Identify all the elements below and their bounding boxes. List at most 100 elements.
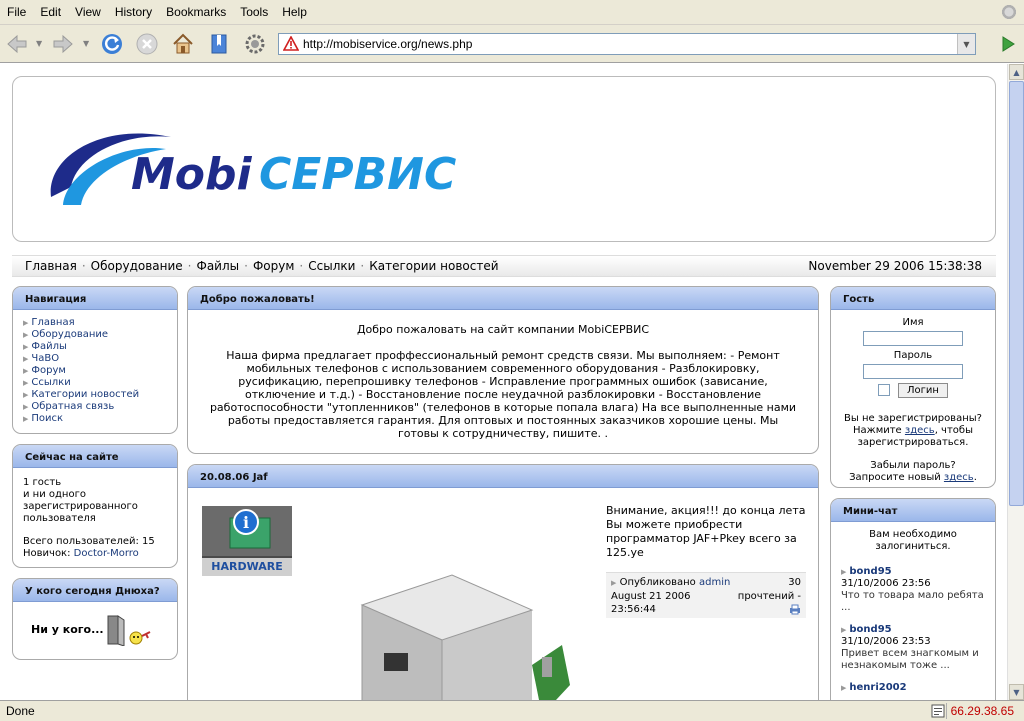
- url-dropdown-icon[interactable]: ▼: [957, 34, 975, 54]
- name-input[interactable]: [863, 331, 963, 346]
- scroll-up-icon[interactable]: ▲: [1009, 64, 1024, 80]
- toplink-home[interactable]: Главная: [25, 259, 77, 273]
- nav-item-search[interactable]: ▶ Поиск: [23, 413, 167, 425]
- navigation-panel: Навигация ▶ Главная ▶ Оборудование ▶ Файлы …: [12, 286, 178, 434]
- nav-item-forum[interactable]: ▶ Форум: [23, 365, 167, 377]
- news-author-link[interactable]: admin: [699, 577, 730, 588]
- navigation-title: Навигация: [13, 287, 177, 310]
- logo-text-mobi: Mobi: [131, 149, 253, 200]
- toplink-news-categories[interactable]: Категории новостей: [369, 259, 498, 273]
- welcome-heading: Добро пожаловать на сайт компании MobiСЕ…: [356, 323, 650, 336]
- scroll-down-icon[interactable]: ▼: [1009, 684, 1024, 700]
- news-panel: 20.08.06 Jaf i HARDWARE Внимание, акция!…: [187, 464, 819, 700]
- bookmarks-button[interactable]: [206, 31, 232, 57]
- arrow-icon: ▶: [841, 568, 847, 576]
- birthday-panel: У кого сегодня Днюха? Ни у кого...: [12, 578, 178, 660]
- toplink-forum[interactable]: Форум: [253, 259, 294, 273]
- login-button[interactable]: Логин: [898, 383, 948, 398]
- chat-text: Что то товара мало ребята ...: [841, 590, 984, 613]
- chat-message: ▶ bond95 31/10/2006 23:53 Привет всем зна…: [841, 624, 985, 672]
- toplink-links[interactable]: Ссылки: [308, 259, 355, 273]
- arrow-icon: ▶: [841, 626, 847, 634]
- welcome-body: Наша фирма предлагает проффессиональный …: [209, 349, 797, 440]
- url-text[interactable]: http://mobiservice.org/news.php: [303, 37, 472, 51]
- welcome-panel: Добро пожаловать! Добро пожаловать на са…: [187, 286, 819, 454]
- nav-item-links[interactable]: ▶ Ссылки: [23, 377, 167, 389]
- chat-user-link[interactable]: henri2002: [849, 682, 906, 694]
- go-button[interactable]: [996, 33, 1020, 55]
- home-button[interactable]: [170, 31, 196, 57]
- page-info-icon[interactable]: [930, 703, 946, 719]
- name-label: Имя: [902, 317, 924, 328]
- nav-item-news-categories[interactable]: ▶ Категории новостей: [23, 389, 167, 401]
- online-guests: 1 гость: [23, 477, 62, 488]
- vertical-scrollbar[interactable]: ▲ ▼: [1007, 64, 1024, 700]
- settings-button[interactable]: [242, 31, 268, 57]
- arrow-icon: ▶: [23, 343, 29, 351]
- programmer-device-image[interactable]: [332, 565, 572, 700]
- print-icon[interactable]: [789, 604, 801, 615]
- gear-icon: [245, 34, 265, 54]
- menu-help[interactable]: Help: [275, 5, 314, 19]
- address-bar[interactable]: http://mobiservice.org/news.php ▼: [278, 33, 976, 55]
- back-dropdown-icon[interactable]: ▼: [36, 39, 42, 48]
- menu-tools[interactable]: Tools: [233, 5, 275, 19]
- newest-user-link[interactable]: Doctor-Morro: [74, 548, 139, 559]
- nav-item-faq[interactable]: ▶ ЧаВО: [23, 353, 167, 365]
- nav-item-feedback[interactable]: ▶ Обратная связь: [23, 401, 167, 413]
- site-header: Mobi СЕРВИС: [12, 76, 996, 242]
- forgot-line: Запросите новый здесь.: [849, 472, 977, 483]
- nav-item-equipment[interactable]: ▶ Оборудование: [23, 329, 167, 341]
- arrow-icon: ▶: [23, 379, 29, 387]
- news-meta: ▶ Опубликовано admin 30 August 21 2006 про…: [606, 572, 806, 618]
- chat-user-link[interactable]: bond95: [849, 566, 891, 578]
- arrow-icon: ▶: [23, 331, 29, 339]
- arrow-icon: ▶: [23, 415, 29, 423]
- page-viewport: Mobi СЕРВИС Главная · Оборудование · Файлы…: [0, 64, 1007, 700]
- news-title: 20.08.06 Jaf: [188, 465, 818, 488]
- forgot-link[interactable]: здесь: [944, 472, 974, 483]
- menu-file[interactable]: File: [0, 5, 33, 19]
- arrow-icon: ▶: [23, 319, 29, 327]
- forward-dropdown-icon[interactable]: ▼: [83, 39, 89, 48]
- password-input[interactable]: [863, 364, 963, 379]
- home-icon: [173, 33, 193, 54]
- guest-title: Гость: [831, 287, 995, 310]
- bookmark-icon: [211, 34, 227, 54]
- nav-item-files[interactable]: ▶ Файлы: [23, 341, 167, 353]
- toplink-equipment[interactable]: Оборудование: [91, 259, 183, 273]
- top-link-bar: Главная · Оборудование · Файлы · Форум · Ссы…: [12, 255, 996, 277]
- scroll-thumb[interactable]: [1009, 81, 1024, 506]
- menu-bookmarks[interactable]: Bookmarks: [159, 5, 233, 19]
- back-arrow-icon: [7, 34, 27, 54]
- register-link[interactable]: здесь: [905, 425, 935, 436]
- status-bar: Done 66.29.38.65: [0, 700, 1024, 721]
- svg-text:i: i: [243, 513, 249, 532]
- minichat-title: Мини-чат: [831, 499, 995, 522]
- chat-user-link[interactable]: bond95: [849, 624, 891, 636]
- online-members-line2: зарегистрированного: [23, 501, 138, 512]
- register-question: Вы не зарегистрированы?: [844, 413, 982, 424]
- chat-login-note: Вам необходимо залогиниться.: [869, 529, 957, 552]
- newest-user: Новичок: Doctor-Morro: [23, 548, 139, 559]
- stop-button[interactable]: [134, 31, 160, 57]
- nav-item-home[interactable]: ▶ Главная: [23, 317, 167, 329]
- mobiservice-logo[interactable]: Mobi СЕРВИС: [41, 117, 481, 217]
- menu-edit[interactable]: Edit: [33, 5, 68, 19]
- back-button[interactable]: [4, 31, 30, 57]
- hardware-category-icon[interactable]: i HARDWARE: [202, 506, 292, 576]
- online-panel: Сейчас на сайте 1 гость и ни одного заре…: [12, 444, 178, 568]
- reload-button[interactable]: [99, 31, 125, 57]
- remember-checkbox[interactable]: [878, 384, 891, 396]
- status-text: Done: [6, 704, 35, 718]
- menu-view[interactable]: View: [68, 5, 108, 19]
- menu-history[interactable]: History: [108, 5, 159, 19]
- toplink-files[interactable]: Файлы: [197, 259, 240, 273]
- chat-time: 31/10/2006 23:56: [841, 578, 931, 589]
- news-text: Внимание, акция!!! до конца лета Вы може…: [606, 504, 806, 559]
- online-members-line3: пользователя: [23, 513, 96, 524]
- navigation-toolbar: ▼ ▼ http://mobiservice.org/news.php ▼: [0, 25, 1024, 63]
- welcome-title: Добро пожаловать!: [188, 287, 818, 310]
- forward-arrow-icon: [53, 34, 73, 54]
- forward-button[interactable]: [50, 31, 76, 57]
